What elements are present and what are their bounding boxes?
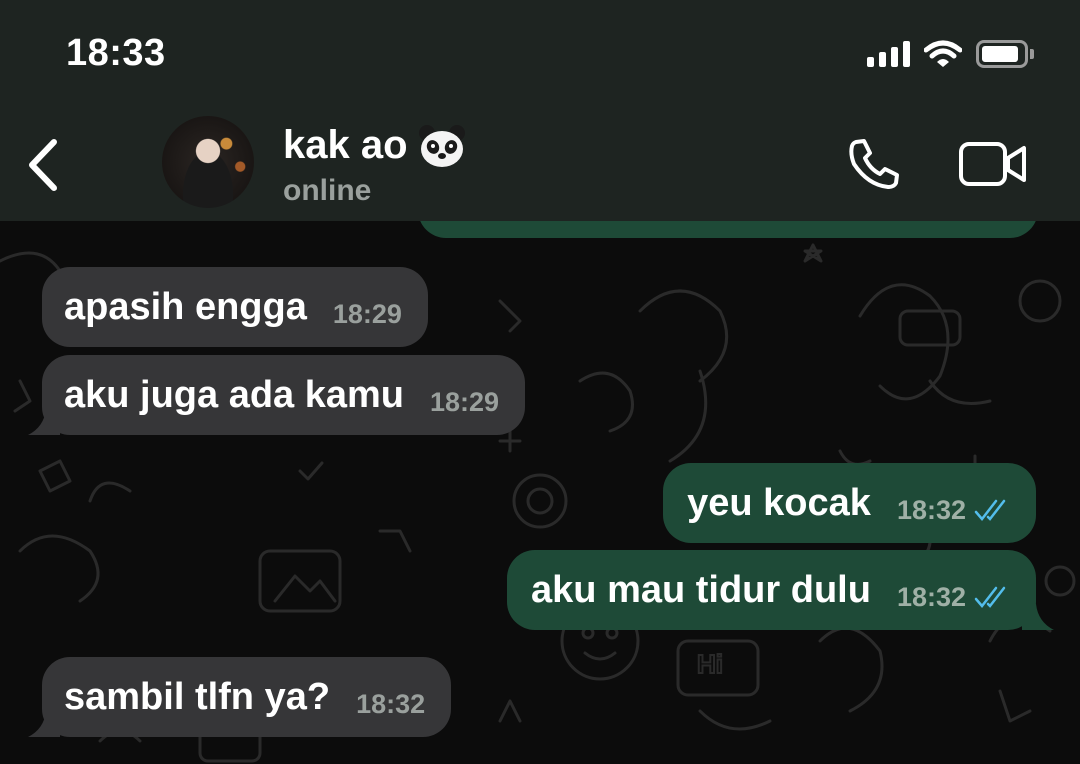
battery-icon <box>976 40 1034 68</box>
panda-emoji-icon <box>418 124 465 167</box>
message-time: 18:32 <box>356 688 426 719</box>
bubble-tail <box>28 711 60 737</box>
message-text: yeu kocak <box>687 481 871 524</box>
cropped-outgoing-bubble <box>418 221 1038 238</box>
status-icons <box>867 38 1034 70</box>
message-time: 18:29 <box>332 298 402 329</box>
status-time: 18:33 <box>66 32 166 74</box>
contact-name-text: kak ao <box>283 123 408 167</box>
back-chevron-icon[interactable] <box>20 130 70 200</box>
message-text: sambil tlfn ya? <box>64 675 331 718</box>
avatar[interactable] <box>162 116 254 208</box>
bubble-tail <box>1022 604 1054 630</box>
pattern-hi-text: Hi <box>697 649 723 679</box>
message-text: apasih engga <box>64 285 307 328</box>
message-text: aku mau tidur dulu <box>531 568 871 611</box>
contact-name[interactable]: kak ao <box>283 123 466 168</box>
message-time: 18:29 <box>430 386 500 417</box>
video-call-icon[interactable] <box>958 140 1028 188</box>
wifi-icon <box>924 40 962 67</box>
message-bubble-incoming[interactable]: apasih engga 18:29 <box>42 267 428 347</box>
read-double-check-icon <box>974 586 1006 608</box>
message-time: 18:32 <box>896 581 966 612</box>
phone-call-icon[interactable] <box>846 136 902 192</box>
message-bubble-incoming[interactable]: aku juga ada kamu 18:29 <box>42 355 526 435</box>
message-bubble-incoming[interactable]: sambil tlfn ya? 18:32 <box>42 657 452 737</box>
chat-messages[interactable]: Hi apasih engga 18:29 aku juga ada kamu … <box>0 221 1080 764</box>
signal-icon <box>867 41 910 67</box>
message-bubble-outgoing[interactable]: yeu kocak 18:32 <box>663 463 1036 543</box>
message-text: aku juga ada kamu <box>64 373 405 416</box>
bubble-tail <box>28 409 60 435</box>
contact-status: online <box>283 174 372 207</box>
read-double-check-icon <box>974 499 1006 521</box>
chat-header: 18:33 kak ao online <box>0 0 1080 221</box>
message-time: 18:32 <box>896 494 966 525</box>
message-bubble-outgoing[interactable]: aku mau tidur dulu 18:32 <box>507 550 1036 630</box>
